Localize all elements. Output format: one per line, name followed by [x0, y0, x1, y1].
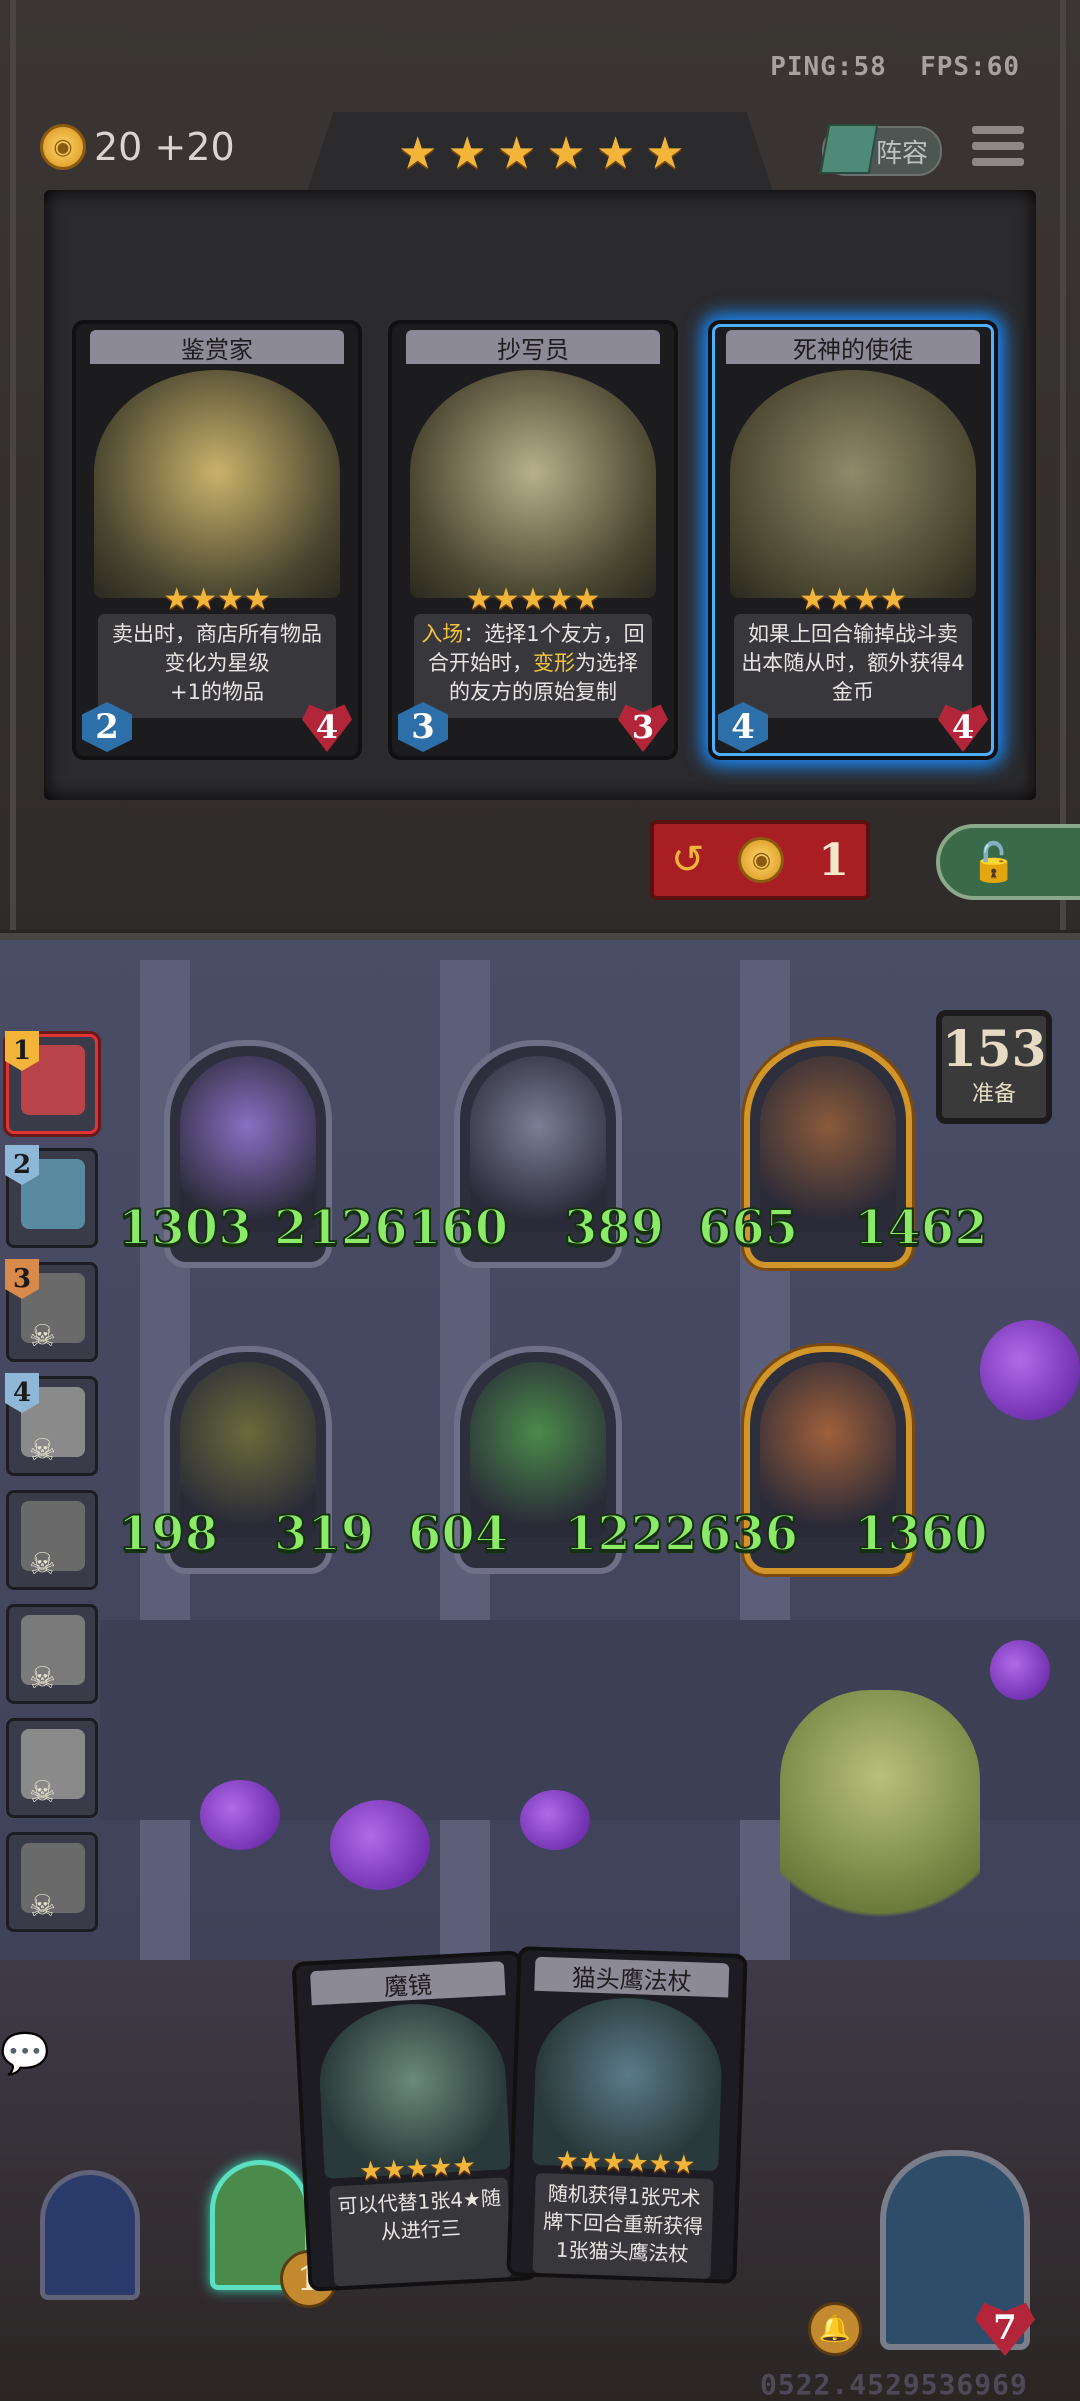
shop-card[interactable]: 抄写员 ★★★★★ 入场：选择1个友方，回合开始时，变形为选择的友方的原始复制 3 3	[388, 320, 678, 760]
card-art	[94, 370, 340, 598]
card-name: 魔镜	[310, 1961, 506, 2006]
tier-star-icon: ★	[496, 128, 537, 179]
hand-card[interactable]: 魔镜 ★★★★★ 可以代替1张4★随从进行三	[291, 1950, 539, 2292]
tier-star-icon: ★	[398, 128, 438, 179]
player-slot[interactable]: ☠	[6, 1718, 98, 1818]
shop-card[interactable]: 鉴赏家 ★★★★ 卖出时，商店所有物品变化为星级 +1的物品 2 4	[72, 320, 362, 760]
session-id: 0522.4529536969	[760, 2368, 1028, 2401]
network-status: PING:58 FPS:60	[770, 52, 1020, 82]
minion-health: 2126	[273, 1199, 409, 1257]
menu-icon-line	[972, 142, 1024, 150]
ability-slot[interactable]	[40, 2170, 140, 2300]
card-stars: ★★★★★	[465, 582, 601, 617]
rose-decoration	[200, 1780, 280, 1850]
player-slot[interactable]: ☠	[6, 1832, 98, 1932]
skull-icon: ☠	[29, 1319, 56, 1354]
card-description: 随机获得1张咒术牌下回合重新获得1张猫头鹰法杖	[532, 2172, 714, 2280]
gold-text: 20 +20	[94, 125, 235, 169]
card-name: 鉴赏家	[90, 330, 344, 364]
menu-icon-line	[972, 158, 1024, 166]
fps-text: FPS:60	[920, 52, 1020, 82]
card-stars: ★★★★	[163, 582, 271, 617]
card-name: 死神的使徒	[726, 330, 980, 364]
player-slot[interactable]: 2	[5, 1145, 98, 1248]
minion-health: 1462	[853, 1199, 989, 1257]
rose-decoration	[330, 1800, 430, 1890]
shop-card[interactable]: 死神的使徒 ★★★★ 如果上回合输掉战斗卖出本随从时，额外获得4金币 4 4	[708, 320, 998, 760]
card-description: 入场：选择1个友方，回合开始时，变形为选择的友方的原始复制	[414, 614, 652, 718]
menu-icon	[972, 126, 1024, 134]
minion-attack: 665	[697, 1199, 799, 1257]
card-description: 卖出时，商店所有物品变化为星级 +1的物品	[98, 614, 336, 718]
minion-attack: 1303	[117, 1199, 253, 1257]
player-slot[interactable]: ☠	[6, 1490, 98, 1590]
minion-attack: 160	[407, 1199, 509, 1257]
minion-health: 319	[273, 1505, 375, 1563]
hand-card[interactable]: 猫头鹰法杖 ★★★★★★ 随机获得1张咒术牌下回合重新获得1张猫头鹰法杖	[506, 1946, 748, 2284]
rose-decoration	[980, 1320, 1080, 1420]
tier-stars: ★ ★ ★ ★ ★ ★	[398, 132, 685, 176]
skull-icon: ☠	[29, 1661, 56, 1696]
player-slot[interactable]: ☠ 4	[5, 1373, 98, 1476]
skull-icon: ☠	[29, 1775, 56, 1810]
coin-icon: ◉	[738, 837, 785, 883]
card-description: 可以代替1张4★随从进行三	[329, 2177, 513, 2287]
card-name: 抄写员	[406, 330, 660, 364]
prep-timer: 153 准备	[936, 1010, 1052, 1124]
skull-icon: ☠	[29, 1547, 56, 1582]
bell-icon[interactable]: 🔔	[808, 2302, 862, 2356]
book-icon	[819, 124, 879, 174]
refresh-icon: ↺	[670, 837, 705, 883]
prep-timer-label: 准备	[971, 1082, 1016, 1107]
card-art	[730, 370, 976, 598]
tier-star-icon: ★	[595, 128, 636, 179]
chat-icon[interactable]: 💬	[0, 2030, 50, 2080]
minion-health: 1222	[563, 1505, 699, 1563]
lineup-label: 阵容	[875, 138, 928, 169]
gold-display: ◉ 20 +20	[40, 124, 235, 170]
minion-attack: 198	[117, 1505, 219, 1563]
minion-health: 1360	[853, 1505, 989, 1563]
card-name: 猫头鹰法杖	[534, 1956, 730, 1998]
rose-decoration	[990, 1640, 1050, 1700]
player-slot[interactable]: ☠	[6, 1604, 98, 1704]
skull-icon: ☠	[29, 1889, 56, 1924]
skull-icon: ☠	[29, 1433, 56, 1468]
lock-button[interactable]: 🔓	[936, 824, 1080, 900]
tier-star-icon: ★	[546, 128, 586, 179]
ping-text: PING:58	[770, 52, 887, 82]
minion-health: 389	[563, 1199, 665, 1257]
tier-star-icon: ★	[447, 128, 487, 179]
player-slot[interactable]: 1	[5, 1031, 98, 1134]
prep-timer-value: 153	[942, 1019, 1047, 1078]
player-slot[interactable]: ☠ 3	[5, 1259, 98, 1362]
card-art	[410, 370, 656, 598]
coin-icon: ◉	[40, 124, 86, 170]
refresh-cost: 1	[818, 834, 850, 886]
card-stars: ★★★★	[799, 582, 907, 617]
minion-attack: 636	[697, 1505, 799, 1563]
rose-decoration	[520, 1790, 590, 1850]
lock-icon: 🔓	[970, 839, 1018, 884]
tier-star-icon: ★	[645, 128, 685, 179]
refresh-button[interactable]: ↺ ◉ 1	[650, 820, 870, 900]
card-description: 如果上回合输掉战斗卖出本随从时，额外获得4金币	[734, 614, 972, 718]
minion-attack: 604	[407, 1505, 509, 1563]
menu-button[interactable]	[972, 126, 1024, 178]
hero-character	[780, 1690, 980, 1980]
